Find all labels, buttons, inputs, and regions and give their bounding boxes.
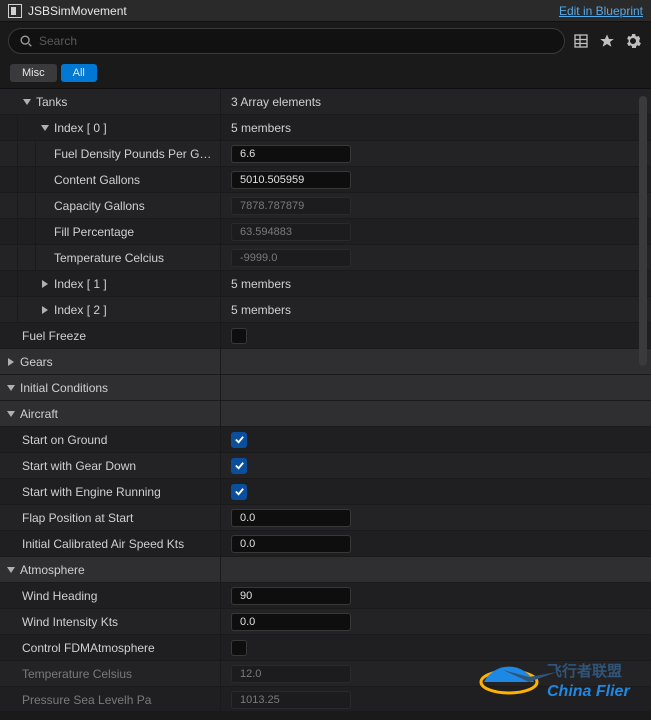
start-gear-down-checkbox[interactable]: [231, 458, 247, 474]
search-icon: [19, 34, 33, 48]
expand-gears[interactable]: [4, 355, 18, 369]
start-on-ground-label: Start on Ground: [18, 433, 111, 447]
blueprint-class-icon: [8, 4, 22, 18]
fuel-freeze-label: Fuel Freeze: [18, 329, 90, 343]
wind-heading-label: Wind Heading: [18, 589, 101, 603]
start-engine-label: Start with Engine Running: [18, 485, 165, 499]
flap-position-input[interactable]: 0.0: [231, 509, 351, 527]
wind-intensity-label: Wind Intensity Kts: [18, 615, 122, 629]
index-2-label: Index [ 2 ]: [54, 303, 111, 317]
expand-index-0[interactable]: [38, 121, 52, 135]
index-0-summary: 5 members: [231, 121, 291, 135]
page-title: JSBSimMovement: [28, 4, 127, 18]
fill-percentage-input[interactable]: 63.594883: [231, 223, 351, 241]
temperature-label: Temperature Celcius: [54, 251, 168, 265]
initial-conditions-label: Initial Conditions: [20, 381, 112, 395]
pressure-input: 1013.25: [231, 691, 351, 709]
flap-position-label: Flap Position at Start: [18, 511, 137, 525]
start-on-ground-checkbox[interactable]: [231, 432, 247, 448]
start-gear-down-label: Start with Gear Down: [18, 459, 140, 473]
content-gallons-input[interactable]: 5010.505959: [231, 171, 351, 189]
filter-misc[interactable]: Misc: [10, 64, 57, 82]
initial-ias-label: Initial Calibrated Air Speed Kts: [18, 537, 188, 551]
filter-all[interactable]: All: [61, 64, 97, 82]
search-input[interactable]: [39, 34, 554, 48]
control-fdm-label: Control FDMAtmosphere: [18, 641, 159, 655]
capacity-gallons-label: Capacity Gallons: [54, 199, 149, 213]
index-2-summary: 5 members: [231, 303, 291, 317]
settings-button[interactable]: [623, 31, 643, 51]
scrollbar-thumb[interactable]: [639, 96, 647, 366]
expand-initial-conditions[interactable]: [4, 381, 18, 395]
fuel-density-input[interactable]: 6.6: [231, 145, 351, 163]
temperature-input[interactable]: -9999.0: [231, 249, 351, 267]
fuel-density-label: Fuel Density Pounds Per Gall…: [54, 147, 220, 161]
grid-view-button[interactable]: [571, 31, 591, 51]
tanks-summary: 3 Array elements: [231, 95, 321, 109]
aircraft-label: Aircraft: [20, 407, 62, 421]
index-1-label: Index [ 1 ]: [54, 277, 111, 291]
expand-atmosphere[interactable]: [4, 563, 18, 577]
control-fdm-checkbox[interactable]: [231, 640, 247, 656]
wind-intensity-input[interactable]: 0.0: [231, 613, 351, 631]
expand-index-1[interactable]: [38, 277, 52, 291]
property-panel: Tanks 3 Array elements Index [ 0 ] 5 mem…: [0, 89, 651, 711]
expand-aircraft[interactable]: [4, 407, 18, 421]
edit-in-blueprint-link[interactable]: Edit in Blueprint: [559, 4, 643, 18]
tanks-label: Tanks: [36, 95, 71, 109]
atmos-temperature-label: Temperature Celsius: [18, 667, 136, 681]
expand-tanks[interactable]: [20, 95, 34, 109]
gear-icon: [625, 33, 641, 49]
atmos-temperature-input: 12.0: [231, 665, 351, 683]
fuel-freeze-checkbox[interactable]: [231, 328, 247, 344]
index-0-label: Index [ 0 ]: [54, 121, 111, 135]
capacity-gallons-input[interactable]: 7878.787879: [231, 197, 351, 215]
expand-index-2[interactable]: [38, 303, 52, 317]
atmosphere-label: Atmosphere: [20, 563, 89, 577]
search-box[interactable]: [8, 28, 565, 54]
content-gallons-label: Content Gallons: [54, 173, 144, 187]
index-1-summary: 5 members: [231, 277, 291, 291]
gears-label: Gears: [20, 355, 57, 369]
pressure-label: Pressure Sea Levelh Pa: [18, 693, 155, 707]
initial-ias-input[interactable]: 0.0: [231, 535, 351, 553]
wind-heading-input[interactable]: 90: [231, 587, 351, 605]
fill-percentage-label: Fill Percentage: [54, 225, 138, 239]
start-engine-checkbox[interactable]: [231, 484, 247, 500]
favorite-button[interactable]: [597, 31, 617, 51]
